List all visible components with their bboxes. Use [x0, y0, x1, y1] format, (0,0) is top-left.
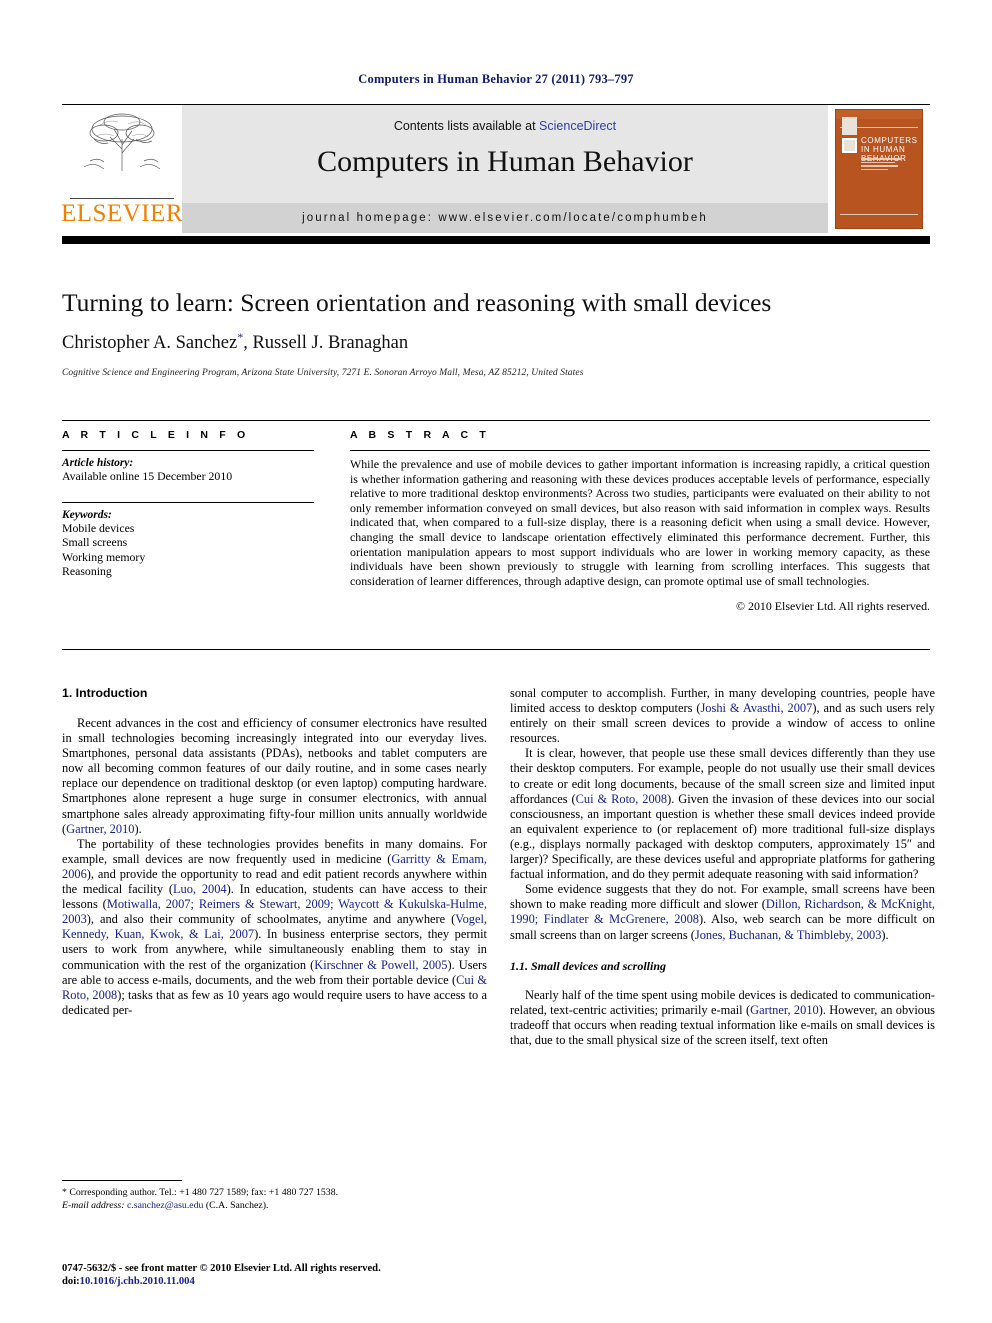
journal-homepage-text: journal homepage: www.elsevier.com/locat… — [302, 212, 708, 224]
paragraph: Some evidence suggests that they do not.… — [510, 882, 935, 942]
masthead-bottom-bar — [62, 236, 930, 244]
paragraph: Nearly half of the time spent using mobi… — [510, 988, 935, 1048]
paper-page: Computers in Human Behavior 27 (2011) 79… — [0, 0, 992, 1323]
elsevier-tree-icon — [83, 113, 161, 171]
email-note: E-mail address: c.sanchez@asu.edu (C.A. … — [62, 1200, 487, 1213]
citation-link[interactable]: Joshi & Avasthi, 2007 — [700, 701, 812, 715]
affiliation: Cognitive Science and Engineering Progra… — [62, 368, 584, 378]
paragraph: sonal computer to accomplish. Further, i… — [510, 686, 935, 746]
keyword-item: Mobile devices — [62, 520, 135, 535]
author-secondary: , Russell J. Branaghan — [243, 333, 409, 354]
contents-prefix: Contents lists available at — [393, 119, 540, 133]
email-suffix: (C.A. Sanchez). — [203, 1199, 269, 1211]
abstract-text: While the prevalence and use of mobile d… — [350, 457, 930, 588]
paragraph: It is clear, however, that people use th… — [510, 746, 935, 882]
citation-link[interactable]: Gartner, 2010 — [750, 1003, 819, 1017]
paragraph: The portability of these technologies pr… — [62, 837, 487, 1018]
doi-label: doi: — [62, 1276, 80, 1288]
masthead-center: Contents lists available at ScienceDirec… — [182, 105, 828, 233]
paragraph-text: ). — [881, 927, 889, 942]
doi-link[interactable]: 10.1016/j.chb.2010.11.004 — [80, 1276, 195, 1287]
abstract-rule — [350, 450, 930, 452]
logo-divider — [70, 197, 174, 199]
citation-link[interactable]: Cui & Roto, 2008 — [576, 792, 667, 806]
running-head: Computers in Human Behavior 27 (2011) 79… — [358, 72, 634, 86]
page-title: Turning to learn: Screen orientation and… — [62, 288, 772, 317]
cover-badge-lower-icon — [842, 138, 857, 153]
paragraph-text: ); tasks that as few as 10 years ago wou… — [62, 987, 487, 1017]
email-link[interactable]: c.sanchez@asu.edu — [127, 1200, 203, 1211]
article-info-column: A R T I C L E I N F O Article history: A… — [62, 429, 332, 639]
paragraph-text: ). — [134, 821, 142, 836]
cover-badge-upper — [842, 117, 857, 135]
article-info-abstract-box: A R T I C L E I N F O Article history: A… — [62, 420, 930, 650]
body-column-left: 1. Introduction Recent advances in the c… — [62, 686, 487, 1018]
keyword-item: Small screens — [62, 535, 128, 550]
article-info-heading: A R T I C L E I N F O — [62, 429, 250, 441]
contents-line: Contents lists available at ScienceDirec… — [182, 119, 828, 133]
elsevier-logo: ELSEVIER — [60, 105, 184, 233]
section-heading-introduction: 1. Introduction — [62, 686, 148, 700]
citation-link[interactable]: Luo, 2004 — [173, 882, 227, 896]
article-history-value: Available online 15 December 2010 — [62, 469, 233, 484]
article-info-rule — [62, 450, 314, 452]
author-list: Christopher A. Sanchez*, Russell J. Bran… — [62, 330, 930, 354]
paragraph: Recent advances in the cost and efficien… — [62, 716, 487, 837]
journal-homepage-band: journal homepage: www.elsevier.com/locat… — [182, 203, 828, 233]
cover-art: COMPUTERS IN HUMAN BEHAVIOR — [835, 109, 923, 229]
abstract-column: A B S T R A C T While the prevalence and… — [332, 429, 930, 639]
issn-line: 0747-5632/$ - see front matter © 2010 El… — [62, 1263, 381, 1274]
doi-line: doi:10.1016/j.chb.2010.11.004 — [62, 1275, 487, 1288]
journal-title: Computers in Human Behavior — [317, 145, 693, 178]
author-primary: Christopher A. Sanchez — [62, 333, 238, 354]
keywords-rule — [62, 501, 314, 503]
citation-link[interactable]: Gartner, 2010 — [66, 822, 134, 836]
citation-link[interactable]: Kirschner & Powell, 2005 — [314, 958, 447, 972]
corresponding-author-note: * Corresponding author. Tel.: +1 480 727… — [62, 1187, 339, 1198]
footnote-divider — [62, 1180, 182, 1181]
cover-rule-bottom — [840, 214, 918, 215]
elsevier-wordmark: ELSEVIER — [60, 200, 184, 227]
issn-doi-block: 0747-5632/$ - see front matter © 2010 El… — [62, 1262, 487, 1289]
paragraph-text: Recent advances in the cost and efficien… — [62, 716, 487, 836]
article-history-label: Article history: — [62, 457, 134, 470]
paragraph-text: ), and also their community of schoolmat… — [86, 912, 456, 927]
body-column-right: sonal computer to accomplish. Further, i… — [510, 686, 935, 1048]
keyword-item: Working memory — [62, 549, 146, 564]
sciencedirect-link[interactable]: ScienceDirect — [539, 119, 616, 133]
citation-link[interactable]: Jones, Buchanan, & Thimbleby, 2003 — [695, 928, 882, 942]
keywords-block: Keywords: Mobile devices Small screens W… — [62, 501, 314, 579]
keyword-item: Reasoning — [62, 564, 112, 579]
email-label: E-mail address: — [62, 1199, 125, 1211]
footnote-block: * Corresponding author. Tel.: +1 480 727… — [62, 1180, 487, 1212]
abstract-copyright: © 2010 Elsevier Ltd. All rights reserved… — [736, 599, 930, 614]
subsection-heading-small-devices-scrolling: 1.1. Small devices and scrolling — [510, 958, 666, 973]
abstract-heading: A B S T R A C T — [350, 429, 490, 441]
journal-masthead: ELSEVIER Contents lists available at Sci… — [60, 104, 930, 233]
journal-cover-thumbnail: COMPUTERS IN HUMAN BEHAVIOR — [828, 105, 930, 233]
cover-subtitle-lines — [861, 158, 917, 172]
keywords-label: Keywords: — [62, 508, 112, 521]
